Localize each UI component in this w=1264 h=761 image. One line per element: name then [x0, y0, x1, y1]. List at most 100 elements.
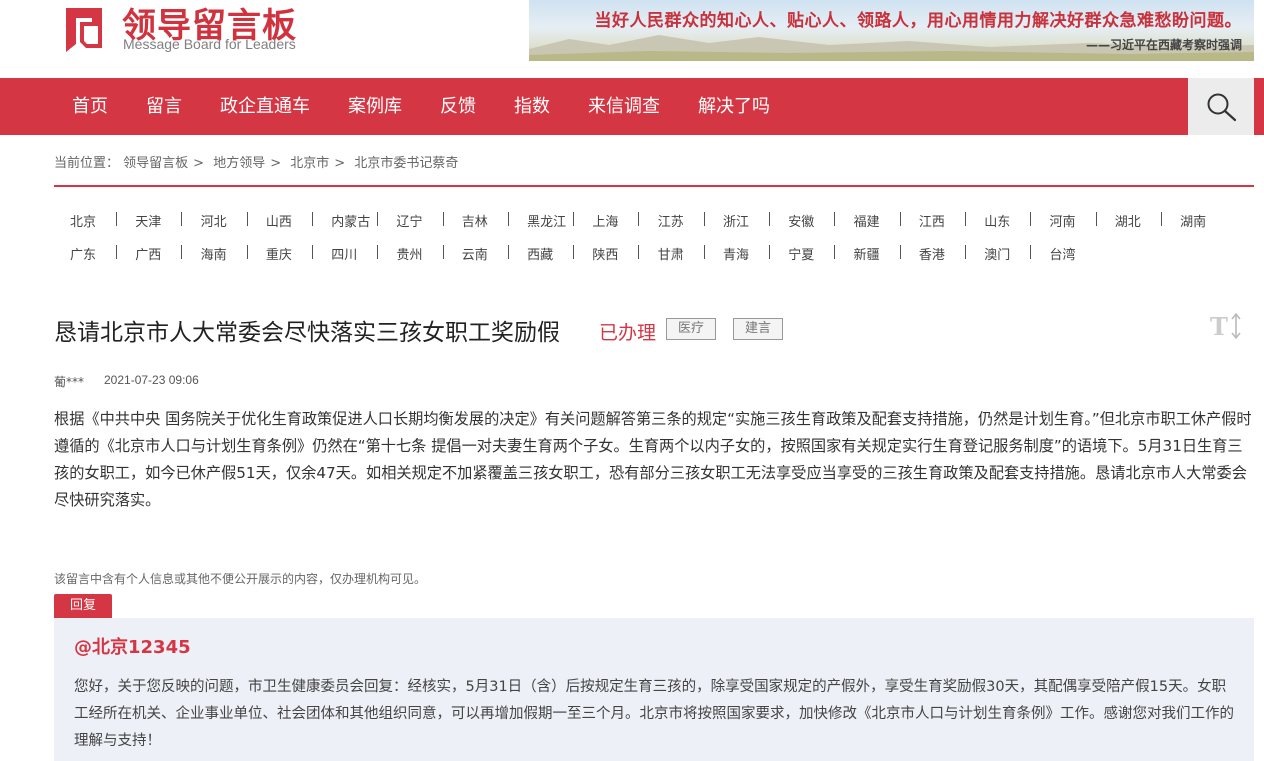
banner-quote: 当好人民群众的知心人、贴心人、领路人，用心用情用力解决好群众急难愁盼问题。 [594, 11, 1242, 31]
region-separator [116, 212, 117, 226]
region-link[interactable]: 陕西 [592, 244, 618, 263]
region-link[interactable]: 新疆 [854, 244, 880, 263]
font-size-icon[interactable]: T [1209, 310, 1245, 342]
logo-subtitle: Message Board for Leaders [123, 36, 296, 52]
region-link[interactable]: 福建 [854, 211, 880, 230]
tag-medical[interactable]: 医疗 [666, 318, 716, 340]
region-link[interactable]: 河北 [201, 211, 227, 230]
message-title: 恳请北京市人大常委会尽快落实三孩女职工奖励假 [54, 320, 560, 346]
region-link[interactable]: 云南 [462, 244, 488, 263]
nav-index[interactable]: 指数 [514, 78, 550, 135]
breadcrumb-separator: > [270, 156, 282, 171]
region-separator [442, 212, 444, 226]
region-link[interactable]: 四川 [331, 244, 357, 263]
logo-icon [66, 8, 102, 52]
region-link[interactable]: 天津 [135, 211, 161, 230]
region-separator [703, 245, 705, 259]
region-separator [377, 245, 379, 259]
region-separator [769, 212, 770, 226]
region-separator [573, 212, 575, 226]
message-author: 葡*** [54, 375, 85, 389]
region-separator [246, 245, 248, 259]
region-separator [638, 245, 640, 259]
region-separator [181, 245, 183, 259]
region-separator [1030, 212, 1032, 226]
svg-text:T: T [1210, 312, 1228, 341]
breadcrumb-item-local-leaders[interactable]: 地方领导 [213, 152, 265, 171]
nav-resolved[interactable]: 解决了吗 [698, 78, 770, 135]
region-link[interactable]: 河南 [1050, 211, 1076, 230]
region-link[interactable]: 湖北 [1115, 211, 1141, 230]
region-separator [311, 245, 313, 259]
region-link[interactable]: 上海 [592, 211, 618, 230]
region-link[interactable]: 内蒙古 [331, 211, 370, 230]
region-link[interactable]: 江西 [919, 211, 945, 230]
region-link[interactable]: 江苏 [658, 211, 684, 230]
region-link[interactable]: 浙江 [723, 211, 749, 230]
region-separator [703, 212, 705, 226]
region-link[interactable]: 澳门 [984, 244, 1010, 263]
nav-home[interactable]: 首页 [72, 78, 108, 135]
search-button[interactable] [1188, 78, 1254, 135]
breadcrumb-item-leader[interactable]: 北京市委书记蔡奇 [354, 152, 458, 171]
region-link[interactable]: 香港 [919, 244, 945, 263]
message-timestamp: 2021-07-23 09:06 [104, 373, 199, 387]
region-separator [1160, 212, 1162, 226]
search-icon [1207, 93, 1237, 122]
status-badge: 已办理 [599, 322, 657, 344]
region-link[interactable]: 北京 [70, 211, 96, 230]
region-link[interactable]: 海南 [201, 244, 227, 263]
region-separator [507, 212, 509, 226]
region-separator [181, 212, 183, 226]
region-separator [899, 212, 901, 226]
breadcrumb-prefix: 当前位置： [54, 156, 120, 171]
region-separator [834, 245, 836, 259]
region-separator [507, 245, 509, 259]
region-link[interactable]: 台湾 [1050, 244, 1076, 263]
region-link[interactable]: 山东 [984, 211, 1010, 230]
banner-source: ——习近平在西藏考察时强调 [1085, 38, 1242, 52]
region-separator [311, 212, 313, 226]
main-nav: 首页 留言 政企直通车 案例库 反馈 指数 来信调查 解决了吗 [0, 78, 1264, 135]
breadcrumb-divider [54, 185, 1254, 187]
nav-feedback[interactable]: 反馈 [440, 78, 476, 135]
region-link[interactable]: 广西 [135, 244, 161, 263]
message-body: 根据《中共中央 国务院关于优化生育政策促进人口长期均衡发展的决定》有关问题解答第… [54, 410, 1252, 509]
region-separator [116, 245, 117, 259]
region-link[interactable]: 重庆 [266, 244, 292, 263]
region-separator [964, 212, 966, 226]
region-link[interactable]: 辽宁 [397, 211, 423, 230]
tag-suggestion[interactable]: 建言 [733, 318, 783, 340]
nav-case-library[interactable]: 案例库 [348, 78, 402, 135]
region-separator [377, 212, 379, 226]
reply-tab: 回复 [54, 594, 112, 618]
site-header: 领导留言板 Message Board for Leaders 当好人民群众的知… [0, 0, 1264, 78]
region-separator [638, 212, 640, 226]
header-banner: 当好人民群众的知心人、贴心人、领路人，用心用情用力解决好群众急难愁盼问题。 ——… [529, 0, 1254, 61]
region-link[interactable]: 山西 [266, 211, 292, 230]
region-link[interactable]: 安徽 [788, 211, 814, 230]
region-link[interactable]: 湖南 [1180, 211, 1206, 230]
region-link[interactable]: 吉林 [462, 211, 488, 230]
region-separator [442, 245, 444, 259]
reply-text: 您好，关于您反映的问题，市卫生健康委员会回复：经核实，5月31日（含）后按规定生… [74, 679, 1234, 749]
region-link[interactable]: 广东 [70, 244, 96, 263]
region-separator [899, 245, 901, 259]
region-link[interactable]: 西藏 [527, 244, 553, 263]
region-link[interactable]: 黑龙江 [527, 211, 566, 230]
breadcrumb-item-beijing[interactable]: 北京市 [290, 152, 329, 171]
region-separator [573, 245, 575, 259]
region-link[interactable]: 宁夏 [788, 244, 814, 263]
region-link[interactable]: 甘肃 [658, 244, 684, 263]
breadcrumb-item-message-board[interactable]: 领导留言板 [123, 152, 188, 171]
region-separator [769, 245, 770, 259]
breadcrumb-separator: > [193, 156, 205, 171]
site-logo[interactable]: 领导留言板 Message Board for Leaders [56, 0, 326, 62]
region-link[interactable]: 青海 [723, 244, 749, 263]
region-link[interactable]: 贵州 [397, 244, 423, 263]
nav-letter-survey[interactable]: 来信调查 [588, 78, 660, 135]
nav-enterprise-channel[interactable]: 政企直通车 [220, 78, 310, 135]
region-separator [246, 212, 248, 226]
reply-author[interactable]: @北京12345 [74, 633, 191, 659]
nav-messages[interactable]: 留言 [146, 78, 182, 135]
